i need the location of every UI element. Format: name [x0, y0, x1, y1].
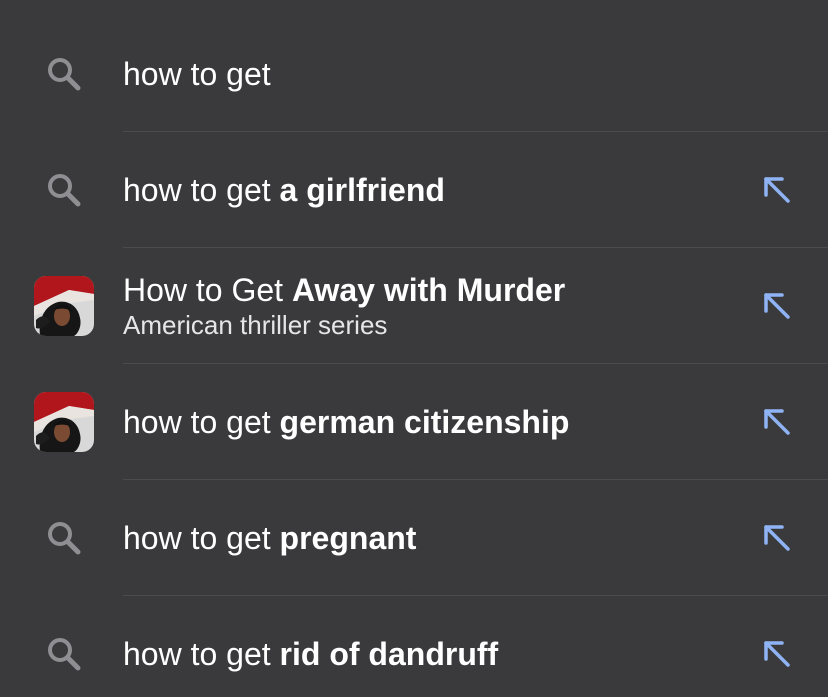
suggestion-completion: rid of dandruff	[279, 636, 499, 672]
suggestion-row[interactable]: how to get german citizenship	[0, 364, 828, 480]
search-icon	[32, 16, 96, 132]
suggestion-row[interactable]: How to Get Away with Murder American thr…	[0, 248, 828, 364]
fill-query-arrow-icon[interactable]	[762, 407, 792, 437]
search-icon	[32, 596, 96, 697]
suggestion-completion: a girlfriend	[279, 172, 445, 208]
suggestion-row[interactable]: how to get rid of dandruff	[0, 596, 828, 697]
suggestion-completion: Away with Murder	[291, 272, 566, 308]
show-thumbnail	[32, 248, 96, 364]
suggestion-subtitle: American thriller series	[123, 310, 388, 340]
search-query[interactable]: how to get	[123, 56, 271, 92]
fill-query-arrow-icon[interactable]	[762, 523, 792, 553]
suggestion-prefix: how to get	[123, 172, 280, 208]
show-thumbnail	[32, 364, 96, 480]
suggestion-completion: pregnant	[279, 520, 417, 556]
suggestion-title: how to get pregnant	[123, 519, 728, 557]
suggestion-row[interactable]: how to get a girlfriend	[0, 132, 828, 248]
suggestion-title: How to Get Away with Murder	[123, 271, 728, 309]
suggestion-prefix: how to get	[123, 404, 280, 440]
show-thumbnail-image	[34, 392, 94, 452]
suggestion-row[interactable]: how to get pregnant	[0, 480, 828, 596]
suggestion-title: how to get a girlfriend	[123, 171, 728, 209]
search-icon	[32, 480, 96, 596]
fill-query-arrow-icon[interactable]	[762, 291, 792, 321]
search-suggestions-panel: how to get how to get a girlfriend How t…	[0, 0, 828, 697]
suggestion-prefix: how to get	[123, 520, 280, 556]
suggestion-title: how to get rid of dandruff	[123, 635, 728, 673]
fill-query-arrow-icon[interactable]	[762, 175, 792, 205]
suggestion-prefix: how to get	[123, 636, 280, 672]
search-input[interactable]: how to get	[123, 55, 728, 93]
fill-query-arrow-icon[interactable]	[762, 639, 792, 669]
suggestion-completion: german citizenship	[279, 404, 570, 440]
show-thumbnail-image	[34, 276, 94, 336]
search-bar[interactable]: how to get	[0, 16, 828, 132]
search-icon	[32, 132, 96, 248]
suggestion-prefix: How to Get	[123, 272, 292, 308]
suggestion-title: how to get german citizenship	[123, 403, 728, 441]
